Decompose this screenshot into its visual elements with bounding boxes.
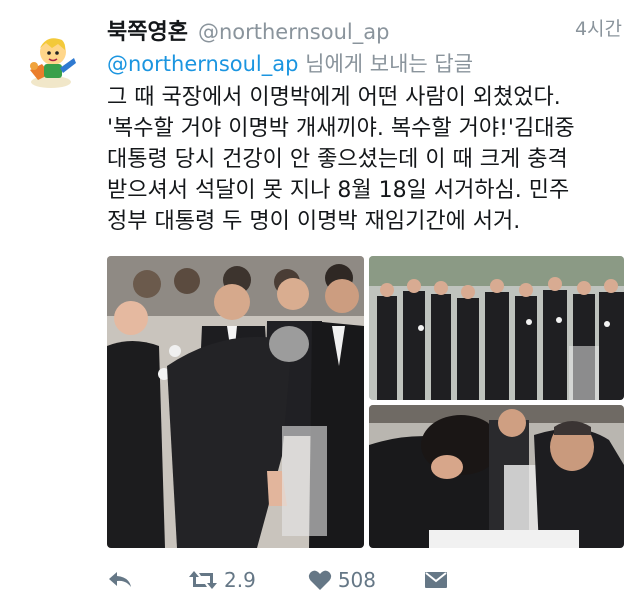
tweet-actions: 2.9 508 [107,562,448,598]
message-icon [425,572,447,588]
tweet-text-line: 그 때 국장에서 이명박에게 어떤 사람이 외쳤었다. [107,85,561,110]
media-grid [107,256,624,548]
photo-funeral-line[interactable] [369,256,624,400]
tweet-header: 북쪽영혼 @northernsoul_ap 4시간 [107,14,622,48]
reply-to-suffix: 님에게 보내는 답글 [298,52,474,76]
like-button[interactable]: 508 [308,568,376,592]
heart-icon [308,570,331,590]
tweet-text: 그 때 국장에서 이명박에게 어떤 사람이 외쳤었다. '복수할 거야 이명박 … [107,82,632,237]
direct-message-button[interactable] [424,570,448,590]
display-name[interactable]: 북쪽영혼 [107,14,188,46]
photo-funeral-bow[interactable] [107,256,364,548]
tweet-text-line: '복수할 거야 이명박 개새끼야. 복수할 거야!'김대중 [107,116,575,141]
photo-mourning-closeup[interactable] [369,405,624,548]
tweet-timestamp[interactable]: 4시간 [575,14,622,41]
avatar[interactable] [20,30,82,92]
reply-icon [109,572,131,587]
retweet-icon [189,571,217,589]
reply-to-link[interactable]: @northernsoul_ap [107,52,298,76]
retweet-count: 2.9 [224,568,256,592]
like-count: 508 [337,568,376,592]
retweet-button[interactable]: 2.9 [188,568,256,592]
tweet-text-line: 정부 대통령 두 명이 이명박 재임기간에 서거. [107,209,521,234]
tweet-text-line: 받으셔서 석달이 못 지나 8월 18일 서거하심. 민주 [107,178,570,203]
tweet-text-line: 대통령 당시 건강이 안 좋으셨는데 이 때 크게 충격 [107,147,568,172]
user-handle[interactable]: @northernsoul_ap [198,20,389,44]
reply-button[interactable] [107,569,133,591]
reply-context: @northernsoul_ap 님에게 보내는 답글 [107,48,473,78]
